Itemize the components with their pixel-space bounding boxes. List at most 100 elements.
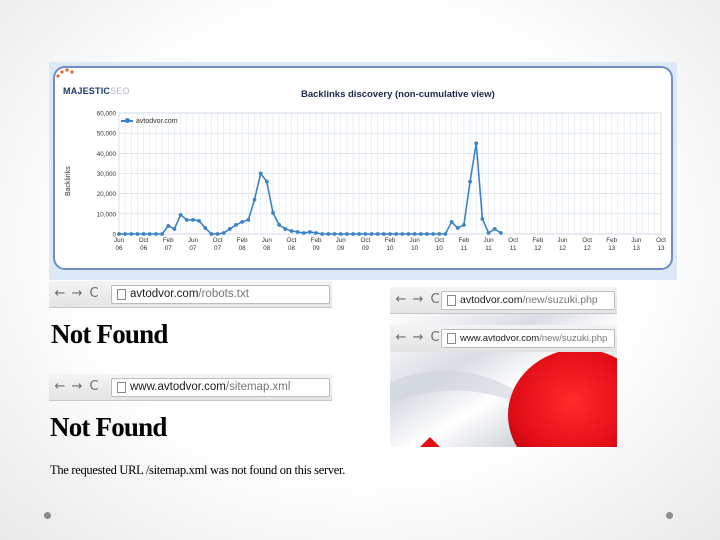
url-path: /robots.txt (198, 288, 249, 300)
series-point (141, 232, 146, 236)
x-tick-label-month: Oct (213, 237, 223, 244)
x-tick-label-year: 13 (633, 245, 641, 252)
series-point (240, 220, 245, 224)
y-tick-label: 50,000 (97, 131, 117, 138)
logo-sub: SEO (110, 86, 130, 96)
x-tick-label-year: 07 (165, 245, 173, 252)
x-tick-label-month: Jun (188, 237, 199, 244)
x-tick-label-month: Feb (311, 237, 322, 244)
series-point (203, 226, 208, 230)
back-arrow-icon[interactable]: ← (53, 379, 70, 394)
backlinks-chart-panel: 60,000 50,000 40,000 30,000 20,000 10,000 0 Jun… (49, 62, 677, 280)
y-tick-label: 30,000 (97, 171, 117, 178)
browser-toolbar-suzuki: ← → C avtodvor.com/new/suzuki.php (390, 287, 617, 314)
url-host: www.avtodvor.com (460, 333, 540, 344)
x-tick-label-month: Feb (458, 237, 469, 244)
series-point (221, 231, 226, 235)
x-tick-label-year: 12 (584, 245, 592, 252)
corner-dot-right (666, 512, 673, 519)
x-tick-label-month: Oct (656, 237, 666, 244)
series-point (129, 232, 134, 236)
forward-arrow-icon[interactable]: → (411, 330, 428, 345)
forward-arrow-icon[interactable]: → (70, 379, 87, 394)
logo-main: MAJESTIC (63, 86, 111, 96)
series-point (258, 171, 263, 176)
x-tick-label-year: 10 (386, 245, 394, 252)
address-bar-suzuki[interactable]: avtodvor.com/new/suzuki.php (441, 291, 615, 310)
majestic-logo: MAJESTICSEO (63, 86, 130, 96)
x-tick-label-month: Feb (606, 237, 617, 244)
series-point (166, 224, 171, 228)
x-tick-label-month: Feb (163, 237, 174, 244)
y-tick-label: 40,000 (97, 151, 117, 158)
back-arrow-icon[interactable]: ← (53, 286, 70, 301)
back-arrow-icon[interactable]: ← (394, 292, 411, 307)
x-tick-label-month: Oct (434, 237, 444, 244)
series-point (326, 232, 331, 236)
majestic-logo-icon (56, 68, 74, 78)
series-point (437, 232, 442, 236)
x-tick-label-year: 11 (510, 245, 517, 252)
browser-toolbar-robots: ← → C avtodvor.com/robots.txt (49, 281, 332, 308)
forward-arrow-icon[interactable]: → (70, 286, 87, 301)
series-point (215, 232, 220, 236)
series-point (320, 232, 325, 236)
x-tick-label-month: Jun (262, 237, 273, 244)
nav-buttons: ← → C (394, 292, 445, 307)
series-point (474, 141, 479, 146)
series-point (462, 223, 466, 227)
reload-icon[interactable]: C (87, 379, 104, 394)
series-point (147, 232, 152, 236)
x-tick-label-month: Oct (139, 237, 149, 244)
series-point (498, 231, 503, 235)
x-tick-label-month: Jun (410, 237, 421, 244)
url-path: /new/suzuki.php (522, 294, 598, 306)
series-point (246, 217, 251, 222)
series-point (191, 217, 195, 222)
series-point (369, 232, 374, 236)
browser-toolbar-sitemap: ← → C www.avtodvor.com/sitemap.xml (49, 374, 332, 401)
series-point (468, 179, 472, 184)
series-point (184, 217, 189, 222)
series-point (289, 229, 294, 233)
series-point (431, 232, 436, 236)
series-point (252, 197, 257, 202)
address-bar-suzuki-www[interactable]: www.avtodvor.com/new/suzuki.php (441, 329, 615, 348)
series-point (332, 232, 337, 236)
series-point (381, 232, 386, 236)
x-tick-label-year: 09 (362, 245, 370, 252)
x-tick-label-month: Jun (336, 237, 347, 244)
series-point (412, 232, 417, 236)
series-point (363, 232, 368, 236)
page-icon (447, 295, 456, 306)
forward-arrow-icon[interactable]: → (411, 292, 428, 307)
x-tick-label-year: 08 (263, 245, 271, 252)
x-tick-label-month: Oct (360, 237, 370, 244)
x-tick-label-year: 11 (485, 245, 492, 252)
x-tick-label-year: 10 (411, 245, 419, 252)
chart-frame: 60,000 50,000 40,000 30,000 20,000 10,000 0 Jun… (53, 66, 673, 270)
y-tick-label: 20,000 (97, 191, 117, 198)
url-host: www.avtodvor.com (130, 381, 226, 393)
back-arrow-icon[interactable]: ← (394, 330, 411, 345)
reload-icon[interactable]: C (87, 286, 104, 301)
series-point (277, 223, 282, 227)
page-icon (447, 333, 456, 344)
series-point (400, 232, 405, 236)
x-tick-label-year: 07 (189, 245, 197, 252)
y-axis-label: Backlinks (65, 166, 72, 196)
address-bar-robots[interactable]: avtodvor.com/robots.txt (111, 285, 330, 304)
chart-title: Backlinks discovery (non-cumulative view… (301, 89, 495, 100)
series-point (388, 232, 392, 236)
address-bar-sitemap[interactable]: www.avtodvor.com/sitemap.xml (111, 378, 330, 397)
series-point (197, 218, 201, 223)
y-tick-label: 60,000 (97, 111, 117, 118)
series-point (264, 179, 269, 184)
nav-buttons: ← → C (394, 330, 445, 345)
x-tick-label-year: 13 (657, 245, 665, 252)
not-found-heading-robots: Not Found (51, 319, 168, 349)
x-tick-label-year: 11 (461, 245, 468, 252)
x-tick-label-year: 12 (559, 245, 567, 252)
x-tick-label-month: Feb (532, 237, 543, 244)
series-point (375, 232, 380, 236)
